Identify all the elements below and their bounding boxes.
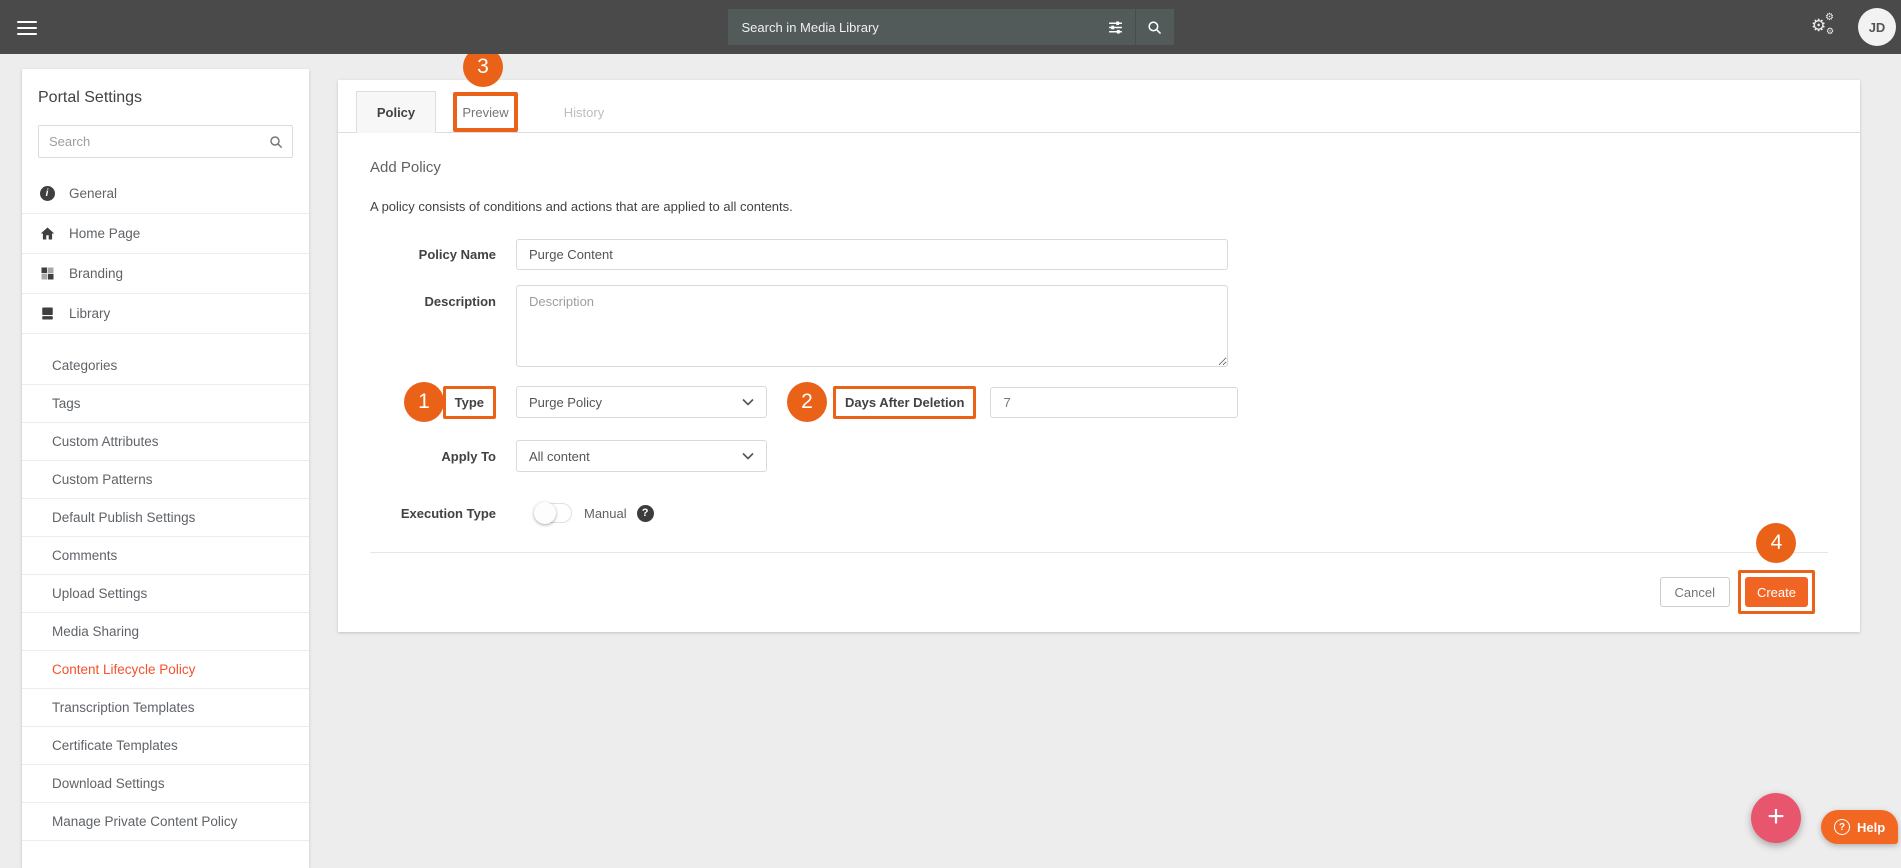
sidebar-search xyxy=(38,125,293,158)
type-row: 1 Type Purge Policy 2 Days After Deletio… xyxy=(370,382,1828,422)
sidebar-search-input[interactable] xyxy=(39,134,260,149)
sidebar-item-download-settings[interactable]: Download Settings xyxy=(22,765,309,803)
create-annotation-box: 4 Create xyxy=(1738,570,1815,614)
home-icon xyxy=(38,225,56,243)
tab-preview[interactable]: Preview xyxy=(453,92,518,132)
apply-to-row: Apply To All content xyxy=(370,440,1828,472)
description-textarea[interactable] xyxy=(516,285,1228,367)
sidebar-item-label: General xyxy=(69,186,117,201)
type-label: Type xyxy=(443,386,496,419)
search-icon[interactable] xyxy=(1136,9,1174,45)
branding-icon xyxy=(38,265,56,283)
apply-to-select-value: All content xyxy=(529,449,590,464)
sidebar-item-content-lifecycle-policy[interactable]: Content Lifecycle Policy xyxy=(22,651,309,689)
description-label: Description xyxy=(370,294,496,309)
annotation-badge-4: 4 xyxy=(1756,523,1796,563)
sidebar-item-comments[interactable]: Comments xyxy=(22,537,309,575)
sidebar-item-library[interactable]: Library xyxy=(22,294,309,334)
add-policy-card: Policy Preview History 3 Add Policy A po… xyxy=(338,80,1860,632)
page-title: Add Policy xyxy=(370,159,1828,176)
sidebar-item-media-sharing[interactable]: Media Sharing xyxy=(22,613,309,651)
sidebar-item-label: Library xyxy=(69,306,110,321)
media-library-search-input[interactable] xyxy=(728,20,1097,35)
chevron-down-icon xyxy=(742,452,754,460)
type-select[interactable]: Purge Policy xyxy=(516,386,767,418)
execution-type-row: Execution Type Manual ? xyxy=(370,503,1828,523)
sidebar-item-branding[interactable]: Branding xyxy=(22,254,309,294)
filter-icon[interactable] xyxy=(1097,9,1135,45)
chevron-down-icon xyxy=(742,398,754,406)
toggle-knob xyxy=(534,502,556,524)
sidebar-item-categories[interactable]: Categories xyxy=(22,347,309,385)
sidebar-title: Portal Settings xyxy=(22,69,309,107)
annotation-badge-2: 2 xyxy=(787,382,827,422)
execution-type-toggle[interactable] xyxy=(536,503,572,523)
tab-bar: Policy Preview History 3 xyxy=(338,80,1860,133)
description-row: Description xyxy=(370,285,1828,367)
sidebar-item-home-page[interactable]: Home Page xyxy=(22,214,309,254)
sidebar-item-upload-settings[interactable]: Upload Settings xyxy=(22,575,309,613)
menu-icon[interactable] xyxy=(17,17,39,37)
help-question-icon: ? xyxy=(1834,819,1850,835)
create-button[interactable]: Create xyxy=(1745,577,1808,607)
portal-settings-sidebar: Portal Settings i General Home Page xyxy=(22,69,309,868)
annotation-badge-1: 1 xyxy=(404,382,444,422)
sidebar-item-transcription-templates[interactable]: Transcription Templates xyxy=(22,689,309,727)
help-button[interactable]: ? Help xyxy=(1821,810,1898,844)
sidebar-item-certificate-templates[interactable]: Certificate Templates xyxy=(22,727,309,765)
execution-type-value: Manual xyxy=(584,506,627,521)
cancel-button[interactable]: Cancel xyxy=(1660,577,1730,607)
add-policy-form: Policy Name Description 1 Type Purge Pol… xyxy=(370,239,1828,614)
form-divider xyxy=(370,552,1828,553)
sidebar-item-custom-patterns[interactable]: Custom Patterns xyxy=(22,461,309,499)
sidebar-sub-nav: Categories Tags Custom Attributes Custom… xyxy=(22,347,309,841)
sidebar-item-label: Home Page xyxy=(69,226,140,241)
top-app-bar: ⚙⚙⚙ JD xyxy=(0,0,1901,54)
tab-history[interactable]: History xyxy=(534,92,634,132)
library-icon xyxy=(38,305,56,323)
apply-to-select[interactable]: All content xyxy=(516,440,767,472)
tab-policy[interactable]: Policy xyxy=(356,91,436,133)
sidebar-item-manage-private-content-policy[interactable]: Manage Private Content Policy xyxy=(22,803,309,841)
help-label: Help xyxy=(1857,820,1885,835)
days-after-deletion-input[interactable] xyxy=(990,387,1238,418)
sidebar-item-label: Branding xyxy=(69,266,123,281)
sidebar-item-custom-attributes[interactable]: Custom Attributes xyxy=(22,423,309,461)
add-fab-button[interactable]: + xyxy=(1751,793,1801,843)
question-help-icon[interactable]: ? xyxy=(637,505,654,522)
apply-to-label: Apply To xyxy=(370,449,496,464)
policy-name-label: Policy Name xyxy=(370,247,496,262)
form-actions: Cancel 4 Create xyxy=(370,570,1828,614)
avatar[interactable]: JD xyxy=(1858,8,1896,46)
execution-type-label: Execution Type xyxy=(370,506,496,521)
plus-icon: + xyxy=(1767,800,1785,834)
policy-form-content: Add Policy A policy consists of conditio… xyxy=(338,159,1860,614)
policy-name-row: Policy Name xyxy=(370,239,1828,270)
sidebar-item-default-publish-settings[interactable]: Default Publish Settings xyxy=(22,499,309,537)
sidebar-item-tags[interactable]: Tags xyxy=(22,385,309,423)
admin-settings-gears-icon[interactable]: ⚙⚙⚙ xyxy=(1811,13,1841,41)
sidebar-item-general[interactable]: i General xyxy=(22,174,309,214)
sidebar-nav: i General Home Page Branding xyxy=(22,174,309,841)
info-icon: i xyxy=(38,185,56,203)
days-after-deletion-label: Days After Deletion xyxy=(833,386,976,419)
sidebar-search-icon[interactable] xyxy=(260,134,292,150)
policy-intro-text: A policy consists of conditions and acti… xyxy=(370,199,1828,214)
type-label-cell: 1 Type xyxy=(370,386,516,419)
media-library-search xyxy=(728,9,1174,45)
policy-name-input[interactable] xyxy=(516,239,1228,270)
type-select-value: Purge Policy xyxy=(529,395,602,410)
